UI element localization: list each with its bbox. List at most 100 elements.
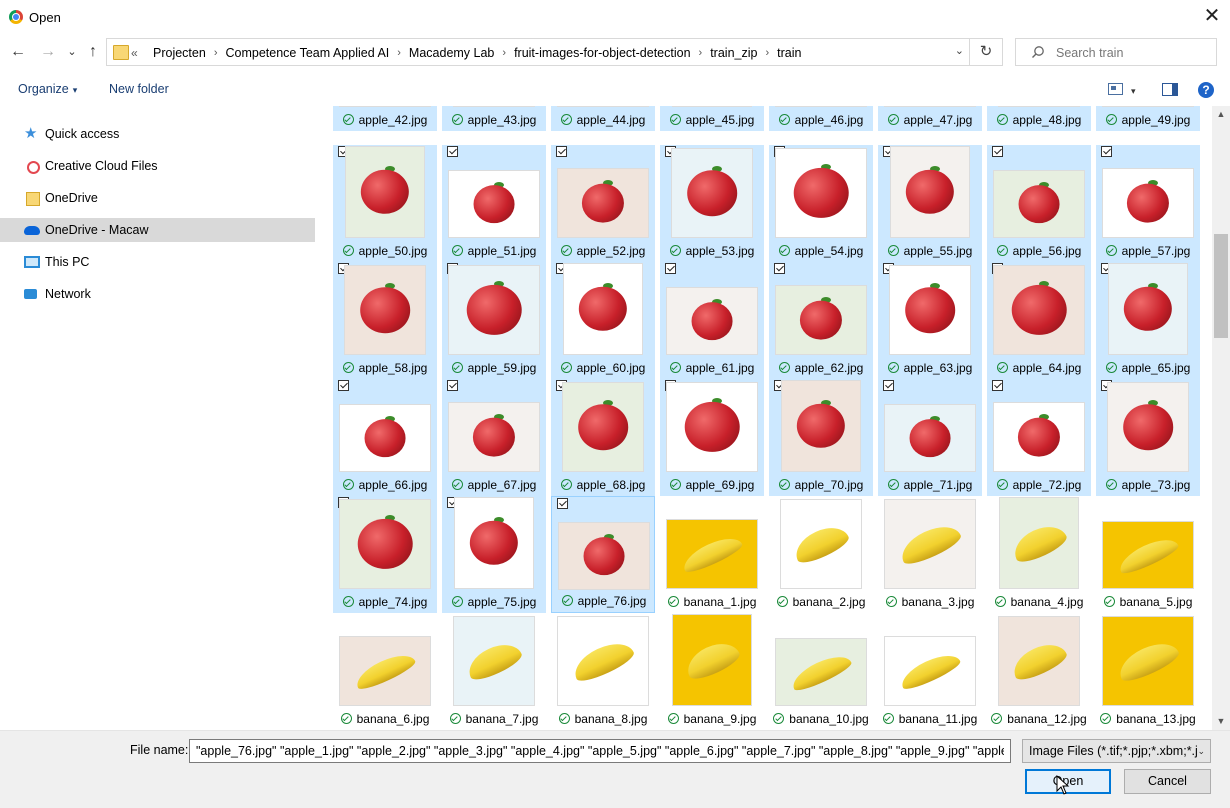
sidebar-item-creative-cloud-files[interactable]: Creative Cloud Files (0, 154, 315, 178)
file-tile[interactable]: apple_51.jpg (442, 145, 546, 262)
change-view-button[interactable]: ▾ (1108, 82, 1136, 97)
address-dropdown-chevron-icon[interactable]: ⌄ (955, 44, 964, 57)
file-tile[interactable]: banana_6.jpg (333, 613, 437, 730)
sync-status-icon (667, 713, 679, 724)
file-tile[interactable]: apple_76.jpg (551, 496, 655, 613)
file-tile[interactable]: apple_59.jpg (442, 262, 546, 379)
file-tile[interactable]: apple_48.jpg (987, 106, 1091, 131)
file-tile[interactable]: banana_8.jpg (551, 613, 655, 730)
file-tile[interactable]: apple_54.jpg (769, 145, 873, 262)
file-tile[interactable]: apple_50.jpg (333, 145, 437, 262)
breadcrumb-item[interactable]: train_zip (704, 46, 763, 61)
file-tile[interactable]: apple_72.jpg (987, 379, 1091, 496)
file-tile[interactable]: apple_60.jpg (551, 262, 655, 379)
file-tile[interactable]: apple_64.jpg (987, 262, 1091, 379)
file-tile[interactable]: apple_69.jpg (660, 379, 764, 496)
back-arrow-icon[interactable]: ← (8, 42, 28, 62)
breadcrumb-item[interactable]: Competence Team Applied AI (219, 46, 395, 61)
file-tile[interactable]: banana_9.jpg (660, 613, 764, 730)
refresh-icon[interactable]: ↻ (969, 39, 1002, 65)
checkbox[interactable] (447, 146, 458, 157)
sidebar-item-quick-access[interactable]: ★ Quick access (0, 122, 315, 146)
breadcrumb-item[interactable]: Projecten (147, 46, 212, 61)
search-input[interactable] (1054, 42, 1213, 64)
file-tile[interactable]: banana_2.jpg (769, 496, 873, 613)
checkbox[interactable] (665, 263, 676, 274)
file-tile[interactable]: apple_70.jpg (769, 379, 873, 496)
scroll-down-icon[interactable]: ▼ (1212, 713, 1230, 730)
breadcrumb-overflow[interactable]: « (131, 46, 138, 60)
vertical-scrollbar[interactable]: ▲ ▼ (1212, 106, 1230, 730)
file-name-input[interactable] (189, 739, 1011, 763)
scrollbar-thumb[interactable] (1214, 234, 1228, 338)
sidebar-item-this-pc[interactable]: This PC (0, 250, 315, 274)
close-icon[interactable]: ✕ (1202, 6, 1222, 28)
organize-button[interactable]: Organize ▾ (18, 82, 77, 96)
file-tile[interactable]: banana_10.jpg (769, 613, 873, 730)
up-arrow-icon[interactable]: ↑ (83, 42, 103, 62)
file-tile[interactable]: banana_11.jpg (878, 613, 982, 730)
checkbox[interactable] (992, 380, 1003, 391)
new-folder-button[interactable]: New folder (109, 82, 169, 96)
file-tile[interactable]: apple_66.jpg (333, 379, 437, 496)
breadcrumb-item[interactable]: Macademy Lab (403, 46, 500, 61)
file-tile[interactable]: banana_3.jpg (878, 496, 982, 613)
breadcrumb-separator-icon[interactable]: › (500, 46, 508, 61)
file-tile[interactable]: apple_53.jpg (660, 145, 764, 262)
file-tile[interactable]: apple_75.jpg (442, 496, 546, 613)
file-tile[interactable]: apple_62.jpg (769, 262, 873, 379)
file-tile[interactable]: apple_63.jpg (878, 262, 982, 379)
file-tile[interactable]: banana_1.jpg (660, 496, 764, 613)
file-tile[interactable]: apple_49.jpg (1096, 106, 1200, 131)
sidebar-item-onedrive[interactable]: OneDrive (0, 186, 315, 210)
checkbox[interactable] (338, 380, 349, 391)
forward-arrow-icon[interactable]: → (38, 42, 58, 62)
search-box[interactable] (1015, 38, 1217, 66)
address-bar[interactable]: « Projecten › Competence Team Applied AI › M… (106, 38, 1003, 66)
file-tile[interactable]: apple_71.jpg (878, 379, 982, 496)
breadcrumb-item[interactable]: fruit-images-for-object-detection (508, 46, 696, 61)
preview-pane-button[interactable] (1162, 83, 1178, 99)
breadcrumb-separator-icon[interactable]: › (395, 46, 403, 61)
checkbox[interactable] (992, 146, 1003, 157)
checkbox[interactable] (774, 263, 785, 274)
file-tile[interactable]: apple_57.jpg (1096, 145, 1200, 262)
file-tile[interactable]: apple_42.jpg (333, 106, 437, 131)
recent-locations-chevron-icon[interactable]: ⌄ (62, 42, 82, 62)
breadcrumb-item[interactable]: train (771, 46, 807, 61)
file-tile[interactable]: apple_74.jpg (333, 496, 437, 613)
sidebar-item-network[interactable]: Network (0, 282, 315, 306)
file-tile[interactable]: apple_58.jpg (333, 262, 437, 379)
scroll-up-icon[interactable]: ▲ (1212, 106, 1230, 123)
checkbox[interactable] (447, 380, 458, 391)
file-tile[interactable]: apple_56.jpg (987, 145, 1091, 262)
cancel-button[interactable]: Cancel (1124, 769, 1211, 794)
file-tile[interactable]: banana_4.jpg (987, 496, 1091, 613)
file-tile[interactable]: banana_12.jpg (987, 613, 1091, 730)
file-tile[interactable]: apple_73.jpg (1096, 379, 1200, 496)
file-tile[interactable]: apple_65.jpg (1096, 262, 1200, 379)
file-tile[interactable]: banana_5.jpg (1096, 496, 1200, 613)
help-icon[interactable]: ? (1198, 82, 1214, 98)
breadcrumb-separator-icon[interactable]: › (697, 46, 705, 61)
breadcrumb-separator-icon[interactable]: › (763, 46, 771, 61)
file-tile[interactable]: apple_44.jpg (551, 106, 655, 131)
file-tile[interactable]: apple_55.jpg (878, 145, 982, 262)
file-tile[interactable]: apple_68.jpg (551, 379, 655, 496)
checkbox[interactable] (557, 498, 568, 509)
file-tile[interactable]: apple_61.jpg (660, 262, 764, 379)
file-tile[interactable]: apple_46.jpg (769, 106, 873, 131)
checkbox[interactable] (1101, 146, 1112, 157)
file-type-select[interactable]: Image Files (*.tif;*.pjp;*.xbm;*.j ⌄ (1022, 739, 1211, 763)
sidebar-item-onedrive-macaw[interactable]: OneDrive - Macaw (0, 218, 315, 242)
breadcrumb-separator-icon[interactable]: › (212, 46, 220, 61)
checkbox[interactable] (883, 380, 894, 391)
file-tile[interactable]: apple_52.jpg (551, 145, 655, 262)
checkbox[interactable] (556, 146, 567, 157)
file-tile[interactable]: apple_45.jpg (660, 106, 764, 131)
file-tile[interactable]: apple_43.jpg (442, 106, 546, 131)
file-tile[interactable]: banana_13.jpg (1096, 613, 1200, 730)
file-tile[interactable]: banana_7.jpg (442, 613, 546, 730)
file-tile[interactable]: apple_67.jpg (442, 379, 546, 496)
file-tile[interactable]: apple_47.jpg (878, 106, 982, 131)
